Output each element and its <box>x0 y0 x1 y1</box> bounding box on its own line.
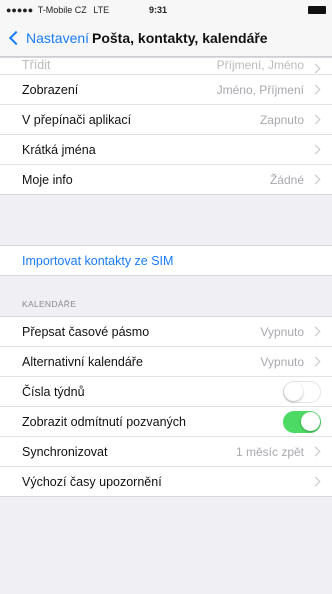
calendars-group: Přepsat časové pásmo Vypnuto Alternativn… <box>0 316 332 497</box>
row-value: Příjmení, Jméno <box>216 58 304 72</box>
status-bar: ●●●●● T-Mobile CZ LTE 9:31 <box>0 0 332 20</box>
list-item-short-names[interactable]: Krátká jména <box>0 135 332 165</box>
row-value: Žádné <box>269 172 304 187</box>
row-value: Vypnuto <box>260 324 304 339</box>
row-label: Třídit <box>22 58 51 72</box>
import-group: Importovat kontakty ze SIM <box>0 245 332 276</box>
list-item-show-declined: Zobrazit odmítnutí pozvaných <box>0 407 332 437</box>
row-label: Moje info <box>22 172 73 187</box>
row-label: V přepínači aplikací <box>22 112 132 127</box>
row-label: Synchronizovat <box>22 444 108 459</box>
chevron-right-icon <box>310 446 321 457</box>
chevron-right-icon <box>310 326 321 337</box>
status-left: ●●●●● T-Mobile CZ LTE <box>6 5 109 15</box>
row-value: Zapnuto <box>259 112 304 127</box>
list-item-alternate-calendars[interactable]: Alternativní kalendáře Vypnuto <box>0 347 332 377</box>
toggle-knob <box>284 381 303 401</box>
chevron-right-icon <box>310 174 321 185</box>
list-item-display-order[interactable]: Zobrazení Jméno, Příjmení <box>0 75 332 105</box>
status-time: 9:31 <box>149 5 168 15</box>
section-header-label: KALENDÁŘE <box>22 299 77 309</box>
row-label: Importovat kontakty ze SIM <box>22 253 174 268</box>
row-label: Čísla týdnů <box>22 384 85 399</box>
week-numbers-toggle[interactable] <box>283 380 321 403</box>
carrier-name: T-Mobile CZ <box>37 5 87 15</box>
row-label: Krátká jména <box>22 142 96 157</box>
list-item-week-numbers: Čísla týdnů <box>0 377 332 407</box>
navigation-bar: Nastavení Pošta, kontakty, kalendáře <box>0 20 332 57</box>
chevron-right-icon <box>310 476 321 487</box>
row-value: Vypnuto <box>260 354 304 369</box>
list-item-my-info[interactable]: Moje info Žádné <box>0 165 332 194</box>
list-item-app-switcher[interactable]: V přepínači aplikací Zapnuto <box>0 105 332 135</box>
chevron-right-icon <box>310 114 321 125</box>
list-item-sort-order[interactable]: Třídit Příjmení, Jméno <box>0 58 332 75</box>
row-label: Alternativní kalendáře <box>22 354 143 369</box>
chevron-right-icon <box>310 356 321 367</box>
import-sim-contacts-button[interactable]: Importovat kontakty ze SIM <box>0 246 332 275</box>
show-declined-toggle[interactable] <box>283 410 321 433</box>
section-header-calendars: KALENDÁŘE <box>0 276 332 316</box>
list-item-default-alert-times[interactable]: Výchozí časy upozornění <box>0 467 332 496</box>
list-item-sync[interactable]: Synchronizovat 1 měsíc zpět <box>0 437 332 467</box>
battery-icon <box>308 6 326 14</box>
network-type: LTE <box>93 5 110 15</box>
row-label: Zobrazit odmítnutí pozvaných <box>22 414 186 429</box>
list-item-timezone-override[interactable]: Přepsat časové pásmo Vypnuto <box>0 317 332 347</box>
chevron-right-icon <box>310 63 321 74</box>
contacts-group: Třídit Příjmení, Jméno Zobrazení Jméno, … <box>0 57 332 195</box>
chevron-right-icon <box>310 144 321 155</box>
row-label: Přepsat časové pásmo <box>22 324 150 339</box>
signal-strength-icon: ●●●●● <box>6 5 34 15</box>
row-label: Zobrazení <box>22 82 79 97</box>
row-value: 1 měsíc zpět <box>235 444 304 459</box>
back-button[interactable]: Nastavení <box>8 30 89 46</box>
row-label: Výchozí časy upozornění <box>22 474 162 489</box>
row-value: Jméno, Příjmení <box>216 82 304 97</box>
chevron-left-icon <box>8 30 24 46</box>
back-button-label: Nastavení <box>26 30 90 46</box>
chevron-right-icon <box>310 84 321 95</box>
toggle-knob <box>301 411 320 431</box>
settings-list: Třídit Příjmení, Jméno Zobrazení Jméno, … <box>0 57 332 497</box>
page-title: Pošta, kontakty, kalendáře <box>92 30 268 46</box>
